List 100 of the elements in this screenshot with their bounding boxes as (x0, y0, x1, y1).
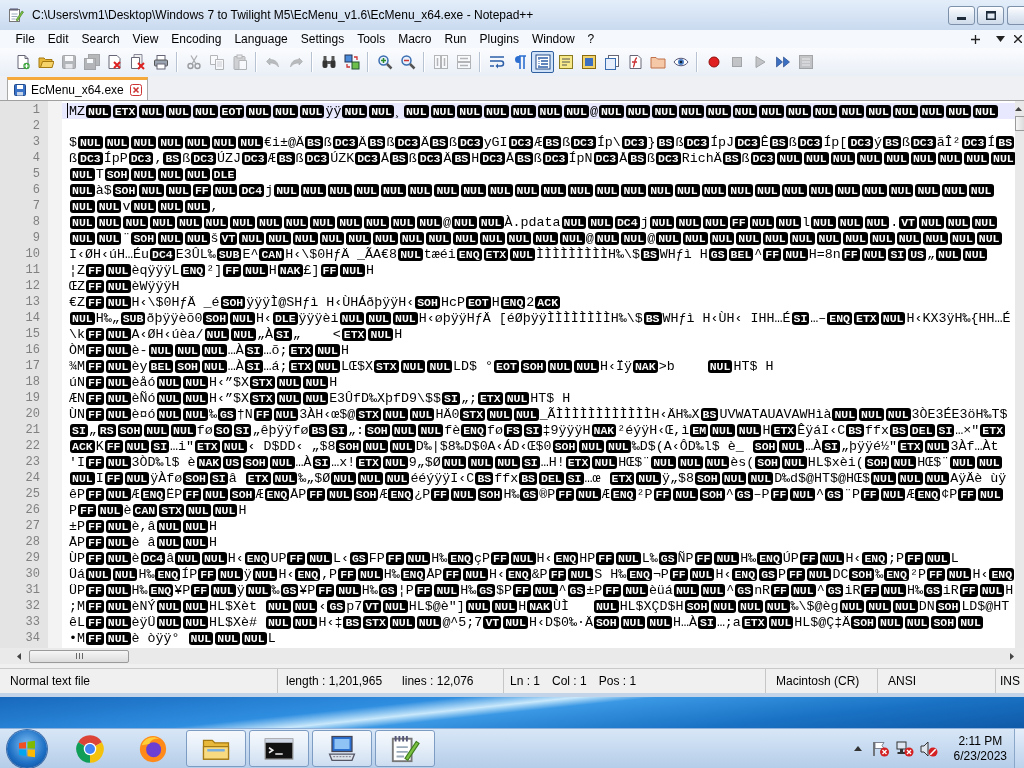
line-number: 5 (31, 167, 41, 183)
menu-item[interactable]: File (9, 30, 42, 48)
caret-down-icon[interactable] (996, 36, 1005, 42)
code-text: ®P (539, 487, 556, 502)
code-text: …;a (716, 615, 741, 630)
control-char: ENQ (456, 248, 482, 261)
status-column: Col : 1 (552, 674, 587, 688)
control-char: FF (513, 584, 531, 597)
code-text: ²P (909, 567, 926, 582)
menu-item[interactable]: Encoding (164, 30, 228, 48)
control-char: NUL (594, 184, 620, 197)
control-char: NUL (936, 248, 961, 261)
taskbar-button[interactable] (249, 730, 309, 767)
control-char: NUL (426, 232, 452, 245)
maximize-button[interactable] (977, 5, 1004, 25)
scroll-thumb[interactable] (1015, 116, 1024, 131)
close-icon[interactable] (1014, 35, 1022, 43)
scroll-right-icon[interactable] (1010, 652, 1014, 660)
code-text: ß (901, 135, 910, 150)
scissors-icon (185, 54, 202, 70)
code-text: P (69, 503, 77, 518)
editor-tab[interactable]: EcMenu_x64.exe (7, 77, 148, 100)
control-char: NUL (972, 216, 998, 229)
menu-item[interactable]: Plugins (473, 30, 526, 48)
menu-item[interactable]: Window (525, 30, 582, 48)
menu-item[interactable]: Search (75, 30, 127, 48)
menu-item[interactable]: Tools (350, 30, 392, 48)
clock-time[interactable]: 2:11 PM (958, 733, 1003, 749)
code-text: À.pdata (504, 215, 561, 230)
clock-date[interactable]: 6/23/2023 (953, 748, 1007, 764)
control-char: NUL (430, 105, 456, 118)
code-text: êP (69, 487, 85, 502)
code-text: @ (585, 231, 594, 246)
control-char: NUL (457, 105, 483, 118)
control-char: NUL (391, 424, 417, 437)
control-char: NUL (166, 105, 191, 118)
start-button[interactable] (7, 729, 47, 768)
code-text: ‰\$@èg (790, 599, 839, 614)
control-char: ENQ (553, 552, 579, 565)
control-char: NUL (156, 392, 182, 405)
control-char: NUL (864, 216, 890, 229)
control-char: FF (770, 488, 789, 501)
control-char: DC3 (332, 136, 358, 149)
network-icon[interactable] (895, 740, 914, 757)
code-text: èüá (648, 583, 673, 598)
control-char: FF (86, 584, 104, 597)
control-char: NUL (749, 216, 775, 229)
caret-up-icon[interactable] (853, 746, 862, 751)
control-char: FF (603, 584, 622, 597)
menu-item[interactable]: Run (438, 30, 474, 48)
control-char: FF (320, 264, 339, 277)
menu-item[interactable]: Edit (41, 30, 76, 48)
zoom-in-icon (376, 54, 393, 70)
control-char: NUL (245, 584, 271, 597)
control-char: NUL (532, 584, 558, 597)
control-char: SUB (216, 248, 242, 261)
control-char: US (908, 248, 926, 261)
control-char: NUL (369, 105, 394, 118)
menu-item[interactable]: Settings (294, 30, 351, 48)
muted-speaker-icon[interactable] (919, 740, 938, 757)
control-char: NUL (299, 105, 325, 118)
code-text: H (268, 263, 277, 278)
control-char: GS (735, 584, 754, 597)
control-char: NUL (354, 184, 379, 197)
menu-item[interactable]: ? (581, 30, 601, 48)
scroll-left-icon[interactable] (17, 652, 21, 660)
control-char: ENQ (627, 568, 652, 581)
control-char: NUL (832, 408, 858, 421)
control-char: NUL (357, 568, 383, 581)
code-text: „À (256, 327, 273, 342)
control-char: NUL (105, 584, 131, 597)
menu-item[interactable]: Language (227, 30, 295, 48)
control-char: ACK (70, 440, 95, 453)
control-char: NUL (779, 440, 805, 453)
control-char: ENQ (448, 552, 473, 565)
control-char: NUL (892, 105, 918, 118)
status-file-type: Normal text file (10, 674, 91, 688)
control-char: SOH (477, 488, 503, 501)
plus-icon[interactable] (971, 34, 980, 44)
control-char: NUL (937, 152, 963, 165)
scroll-up-icon[interactable] (1015, 107, 1022, 111)
control-char: GS (378, 584, 397, 597)
control-char: SOH (175, 360, 200, 373)
control-char: NUL (785, 105, 811, 118)
control-char: NUL (105, 632, 131, 645)
control-char: NUL (337, 216, 362, 229)
close-button[interactable] (1007, 5, 1024, 25)
minimize-button[interactable] (948, 5, 975, 25)
control-char: ETX (112, 105, 138, 118)
toolbar-button[interactable] (531, 51, 554, 73)
control-char: NUL (812, 105, 838, 118)
control-char: NUL (857, 152, 883, 165)
flag-icon[interactable] (871, 740, 890, 757)
menu-item[interactable]: Macro (391, 30, 438, 48)
taskbar-button[interactable] (312, 730, 372, 767)
scroll-thumb[interactable] (29, 649, 129, 663)
control-char: NUL (105, 280, 131, 293)
menu-item[interactable]: View (126, 30, 165, 48)
code-text: D‰d$@HT$@HŒ$ (774, 471, 871, 486)
code-text: êL (69, 615, 85, 630)
